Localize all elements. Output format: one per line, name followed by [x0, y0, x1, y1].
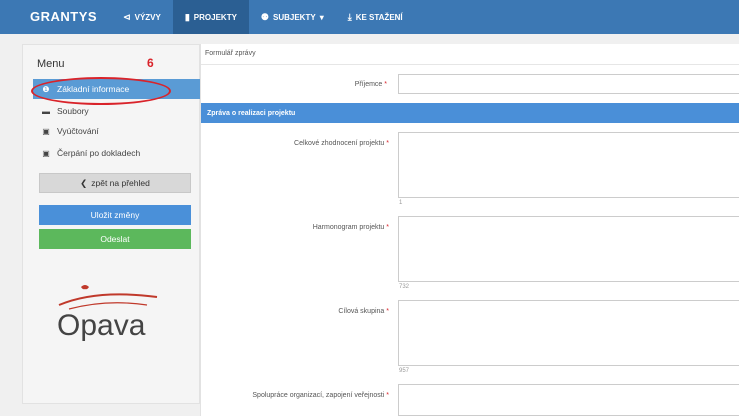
recipient-label-text: Příjemce — [354, 81, 383, 88]
nav-projekty-label: PROJEKTY — [193, 12, 237, 22]
char-counter: 732 — [399, 284, 410, 290]
money-icon: ▣ — [42, 126, 50, 136]
top-navbar: GRANTYS ⊲ VÝZVY ▮ PROJEKTY ⚉ SUBJEKTY ▾ … — [0, 0, 739, 34]
field-label-harmonogram: Harmonogram projektu * — [221, 224, 389, 231]
char-counter: 1 — [399, 200, 403, 206]
harmonogram-textarea[interactable] — [398, 216, 739, 282]
back-button-label: zpět na přehled — [91, 178, 150, 188]
download-icon: ⤓ — [347, 11, 352, 22]
brand-logo[interactable]: GRANTYS — [0, 0, 111, 34]
field-label-text: Spolupráce organizací, zapojení veřejnos… — [252, 392, 385, 399]
logo-wordmark: Opava — [57, 309, 146, 342]
send-button[interactable]: Odeslat — [39, 229, 191, 249]
cilova-skupina-textarea[interactable] — [398, 300, 739, 366]
nav-vyzvy-label: VÝZVY — [134, 12, 161, 22]
field-label-text: Cílová skupina — [338, 308, 385, 315]
section-header: Zpráva o realizaci projektu — [201, 103, 739, 123]
nav-subjekty[interactable]: ⚉ SUBJEKTY ▾ — [249, 0, 336, 34]
nav-projekty[interactable]: ▮ PROJEKTY — [172, 0, 249, 34]
nav-ke-stazeni-label: KE STAŽENÍ — [355, 12, 403, 22]
required-mark: * — [386, 308, 389, 315]
required-mark: * — [386, 392, 389, 399]
char-counter: 957 — [399, 368, 410, 374]
spoluprace-textarea[interactable] — [398, 384, 739, 416]
sidebar-item-label: Čerpání po dokladech — [57, 148, 141, 158]
sidebar-item-soubory[interactable]: ▬ Soubory — [33, 101, 201, 121]
file-icon: ▮ — [184, 11, 190, 22]
sidebar-item-label: Vyúčtování — [57, 126, 99, 136]
menu-title: Menu — [37, 58, 65, 70]
breadcrumb: Formulář zprávy — [205, 50, 256, 57]
save-changes-button[interactable]: Uložit změny — [39, 205, 191, 225]
required-mark: * — [384, 81, 387, 88]
recipient-label: Příjemce * — [321, 81, 387, 88]
sidebar-item-label: Soubory — [57, 106, 89, 116]
chevron-left-icon: ❮ — [80, 177, 88, 188]
back-to-overview-button[interactable]: ❮ zpět na přehled — [39, 173, 191, 193]
sidebar-menu: Menu 6 ❶ Základní informace ▬ Soubory ▣ … — [22, 44, 201, 404]
annotation-step-number: 6 — [147, 56, 154, 70]
money-icon: ▣ — [42, 148, 50, 158]
sidebar-item-cerpani-po-dokladech[interactable]: ▣ Čerpání po dokladech — [33, 143, 201, 163]
field-label-text: Celkové zhodnocení projektu — [294, 140, 385, 147]
field-label-celkove-zhodnoceni: Celkové zhodnocení projektu * — [221, 140, 389, 147]
field-label-cilova-skupina: Cílová skupina * — [221, 308, 389, 315]
field-label-text: Harmonogram projektu — [312, 224, 385, 231]
chevron-down-icon: ▾ — [319, 12, 324, 22]
field-label-spoluprace: Spolupráce organizací, zapojení veřejnos… — [211, 392, 389, 399]
main-content: Formulář zprávy Příjemce * Zpráva o real… — [200, 44, 739, 416]
megaphone-icon: ⊲ — [123, 11, 131, 22]
required-mark: * — [386, 224, 389, 231]
recipient-input[interactable] — [398, 74, 739, 94]
nav-ke-stazeni[interactable]: ⤓ KE STAŽENÍ — [336, 0, 415, 34]
folder-icon: ▬ — [42, 106, 50, 116]
sidebar-item-vyuctovani[interactable]: ▣ Vyúčtování — [33, 121, 201, 141]
nav-vyzvy[interactable]: ⊲ VÝZVY — [111, 0, 173, 34]
divider — [201, 64, 739, 65]
nav-subjekty-label: SUBJEKTY — [273, 12, 316, 22]
celkove-zhodnoceni-textarea[interactable] — [398, 132, 739, 198]
users-icon: ⚉ — [260, 11, 269, 22]
opava-logo: Opava — [57, 285, 158, 342]
required-mark: * — [386, 140, 389, 147]
